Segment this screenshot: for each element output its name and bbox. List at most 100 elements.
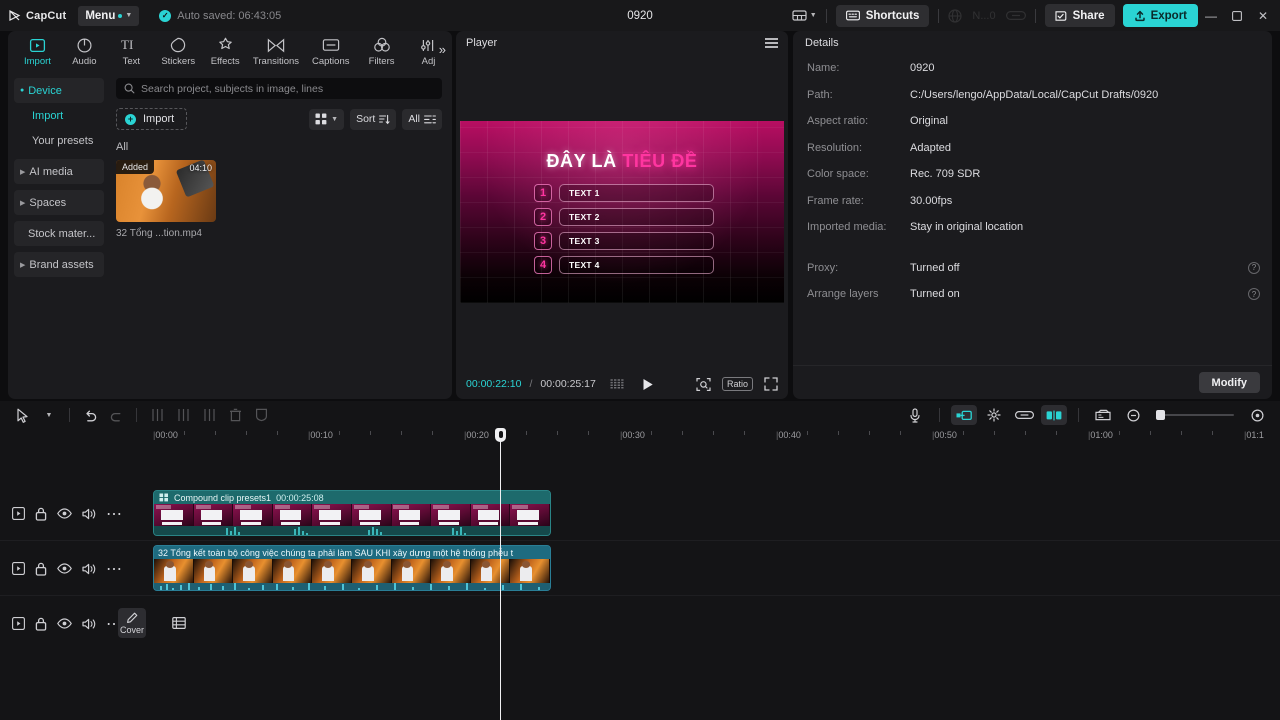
row-label: Resolution: <box>807 141 863 154</box>
minimize-button[interactable]: — <box>1198 0 1224 31</box>
clip-name: 32 Tổng kết toàn bộ công việc chúng ta p… <box>154 546 550 559</box>
filmstrip-icon[interactable] <box>172 616 186 630</box>
share-button[interactable]: Share <box>1044 4 1115 27</box>
canvas-title: ĐÂY LÀ TIÊU ĐỀ <box>460 151 784 172</box>
tab-transitions[interactable]: Transitions <box>249 37 304 67</box>
track-lock-icon[interactable] <box>35 507 47 521</box>
sort-button[interactable]: Sort <box>350 108 397 130</box>
chevron-right-icon: ▶ <box>20 199 26 207</box>
expand-tabs-button[interactable]: » <box>439 42 446 57</box>
search-input[interactable] <box>141 82 434 95</box>
import-button[interactable]: + Import <box>116 108 188 130</box>
current-time[interactable]: 00:00:22:10 <box>466 378 521 390</box>
trim-left-icon[interactable] <box>170 402 196 428</box>
tab-stickers[interactable]: Stickers <box>155 37 202 67</box>
layout-icon <box>792 9 807 22</box>
shortcuts-button[interactable]: Shortcuts <box>835 4 930 27</box>
play-button[interactable] <box>642 378 654 391</box>
fullscreen-icon[interactable] <box>764 377 778 391</box>
link-clips-icon[interactable] <box>1011 402 1037 428</box>
clip-duration: 00:00:25:08 <box>276 492 324 503</box>
preview-strip-icon[interactable] <box>1090 402 1116 428</box>
filter-button[interactable]: All <box>402 108 442 130</box>
ruler-tick: |00:30 <box>620 430 645 440</box>
timeline-clip-video[interactable]: 32 Tổng kết toàn bộ công việc chúng ta p… <box>153 545 551 591</box>
tab-audio[interactable]: Audio <box>61 37 108 67</box>
track-audio-icon[interactable] <box>82 618 96 630</box>
track-visibility-icon[interactable] <box>57 508 72 519</box>
track-lock-icon[interactable] <box>35 562 47 576</box>
zoom-fit-icon[interactable] <box>696 377 711 392</box>
sidebar-item-import[interactable]: Import <box>14 103 104 128</box>
row-value: Original <box>910 115 948 128</box>
view-mode-button[interactable]: ▼ <box>309 108 345 130</box>
tab-text[interactable]: TI Text <box>108 37 155 67</box>
split-view-icon[interactable] <box>1041 405 1067 425</box>
tab-effects[interactable]: Effects <box>202 37 249 67</box>
panel-body: ● Device Import Your presets ▶ AI media <box>8 72 452 399</box>
track-visibility-icon[interactable] <box>57 618 72 629</box>
sidebar-item-brand-assets[interactable]: ▶ Brand assets <box>14 252 104 277</box>
track-play-icon[interactable] <box>12 617 25 630</box>
auto-adjust-icon[interactable] <box>981 402 1007 428</box>
tab-captions[interactable]: Captions <box>303 37 358 67</box>
layout-button[interactable]: ▼ <box>792 9 817 22</box>
cover-button[interactable]: Cover <box>118 608 146 638</box>
upload-icon <box>1134 10 1146 22</box>
help-icon[interactable]: ? <box>1248 261 1260 274</box>
sidebar-item-spaces[interactable]: ▶ Spaces <box>14 190 104 215</box>
tab-filters[interactable]: Filters <box>358 37 405 67</box>
timeline-ruler[interactable]: |00:00 |00:10 |00:20 |00:30 |00:40 |00:5… <box>0 429 1280 446</box>
effects-icon <box>217 37 234 54</box>
snap-to-start-icon[interactable] <box>951 405 977 425</box>
maximize-button[interactable] <box>1224 0 1250 31</box>
track-audio-icon[interactable] <box>82 508 96 520</box>
menu-button[interactable]: Menu ▼ <box>78 5 140 26</box>
split-icon[interactable] <box>144 402 170 428</box>
zoom-in-icon[interactable] <box>1244 402 1270 428</box>
track-play-icon[interactable] <box>12 562 25 575</box>
help-icon[interactable]: ? <box>1248 288 1260 301</box>
ratio-button[interactable]: Ratio <box>721 377 753 391</box>
zoom-slider-handle[interactable] <box>1156 410 1165 420</box>
details-header: Details <box>805 37 839 49</box>
bullet-icon: ● <box>20 87 25 94</box>
search-icon <box>124 83 135 94</box>
canvas-rows: 1 TEXT 1 2 TEXT 2 3 TEXT 3 4 TEXT 4 <box>534 184 784 280</box>
select-tool-icon[interactable] <box>10 402 36 428</box>
track-visibility-icon[interactable] <box>57 563 72 574</box>
close-button[interactable]: ✕ <box>1250 0 1276 31</box>
redo-icon[interactable] <box>103 402 129 428</box>
preview-canvas[interactable]: ĐÂY LÀ TIÊU ĐỀ 1 TEXT 1 2 TEXT 2 3 TEXT … <box>460 121 784 303</box>
row-value: C:/Users/lengo/AppData/Local/CapCut Draf… <box>910 88 1159 101</box>
tab-label: Captions <box>311 55 350 67</box>
tool-dropdown-icon[interactable]: ▼ <box>36 402 62 428</box>
row-value: Rec. 709 SDR <box>910 168 981 181</box>
track-play-icon[interactable] <box>12 507 25 520</box>
track-audio-icon[interactable] <box>82 563 96 575</box>
media-view-options: ▼ Sort All <box>309 108 442 130</box>
zoom-out-icon[interactable] <box>1120 402 1146 428</box>
trim-right-icon[interactable] <box>196 402 222 428</box>
tab-import[interactable]: Import <box>14 37 61 67</box>
search-bar[interactable] <box>116 78 442 99</box>
delete-icon[interactable] <box>222 402 248 428</box>
sidebar-item-stock-materials[interactable]: Stock mater... <box>14 221 104 246</box>
timeline-clip-compound[interactable]: Compound clip presets1 00:00:25:08 <box>153 490 551 536</box>
microphone-icon[interactable] <box>902 402 928 428</box>
freeze-frame-icon[interactable] <box>248 402 274 428</box>
undo-icon[interactable] <box>77 402 103 428</box>
player-menu-icon[interactable] <box>765 38 778 48</box>
export-button[interactable]: Export <box>1122 4 1198 27</box>
frame-list-icon[interactable] <box>610 378 624 390</box>
sidebar-item-ai-media[interactable]: ▶ AI media <box>14 159 104 184</box>
track-lock-icon[interactable] <box>35 617 47 631</box>
clip-thumbnails <box>154 559 550 583</box>
media-thumbnail[interactable]: Added 04:10 <box>116 160 216 222</box>
row-text: TEXT 2 <box>559 208 714 226</box>
modify-button[interactable]: Modify <box>1198 372 1260 393</box>
zoom-slider[interactable] <box>1156 410 1234 420</box>
sidebar-item-your-presets[interactable]: Your presets <box>14 128 104 153</box>
sidebar-item-device[interactable]: ● Device <box>14 78 104 103</box>
media-item[interactable]: Added 04:10 32 Tổng ...tion.mp4 <box>116 160 216 239</box>
